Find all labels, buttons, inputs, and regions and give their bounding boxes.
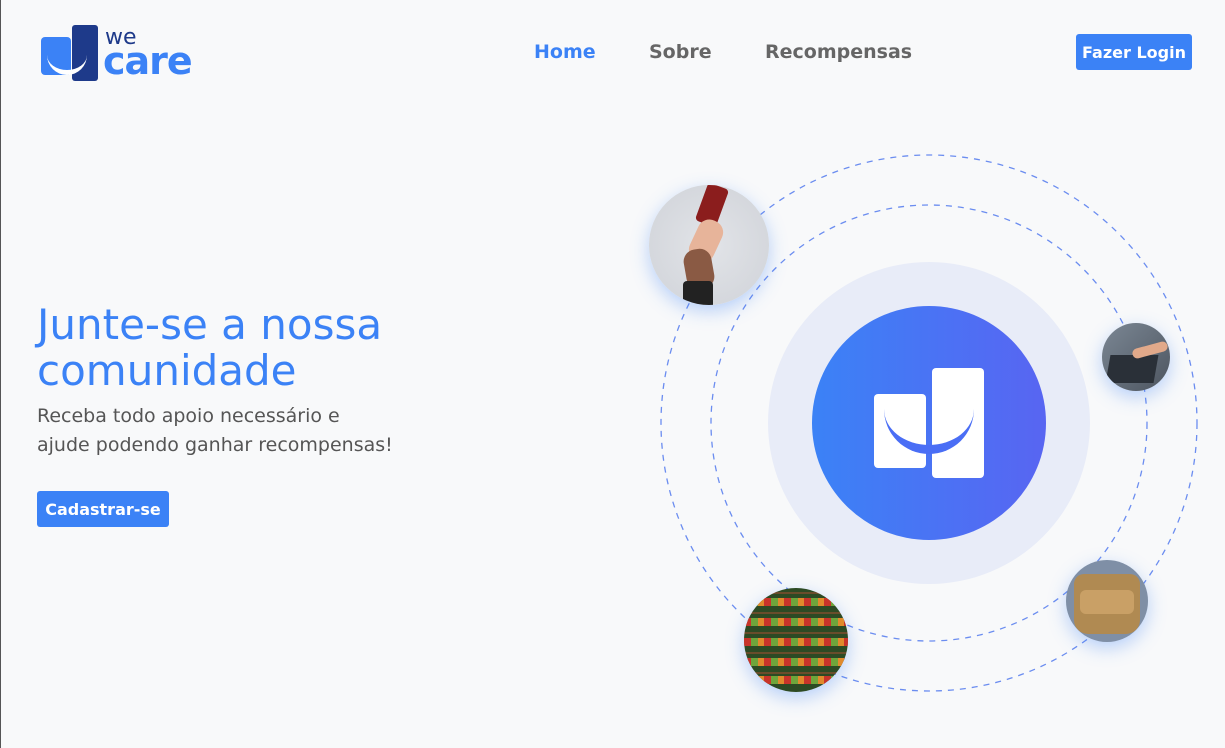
signup-button[interactable]: Cadastrar-se: [37, 491, 169, 527]
hero-title-line2: comunidade: [37, 346, 297, 395]
hero-subtitle-line2: ajude podendo ganhar recompensas!: [37, 434, 393, 456]
main-nav: Home Sobre Recompensas: [1, 38, 1225, 66]
hero-subtitle: Receba todo apoio necessário e ajude pod…: [37, 402, 457, 460]
hero-subtitle-line1: Receba todo apoio necessário e: [37, 405, 340, 427]
photo-shelf: [744, 638, 848, 646]
photo-grocery-shelves: [744, 588, 848, 692]
photo-shelf: [744, 618, 848, 626]
nav-rewards[interactable]: Recompensas: [765, 38, 912, 66]
hero-title-line1: Junte-se a nossa: [37, 300, 383, 349]
photo-laptop: [1102, 323, 1170, 391]
login-button[interactable]: Fazer Login: [1076, 34, 1192, 70]
photo-bag-flap: [1080, 590, 1134, 614]
photo-shelf: [744, 676, 848, 684]
photo-delivery-bag: [1066, 560, 1148, 642]
photo-laptop-screen: [1105, 355, 1159, 383]
photo-helping-hands: [649, 185, 769, 305]
photo-arm-bottom: [683, 281, 713, 305]
nav-about[interactable]: Sobre: [649, 38, 712, 66]
photo-shelf: [744, 598, 848, 606]
hero-title: Junte-se a nossa comunidade: [37, 302, 382, 394]
wecare-core-icon: [812, 306, 1046, 540]
orbit-illustration: [601, 130, 1225, 748]
photo-shelf: [744, 658, 848, 666]
nav-home[interactable]: Home: [534, 38, 596, 66]
